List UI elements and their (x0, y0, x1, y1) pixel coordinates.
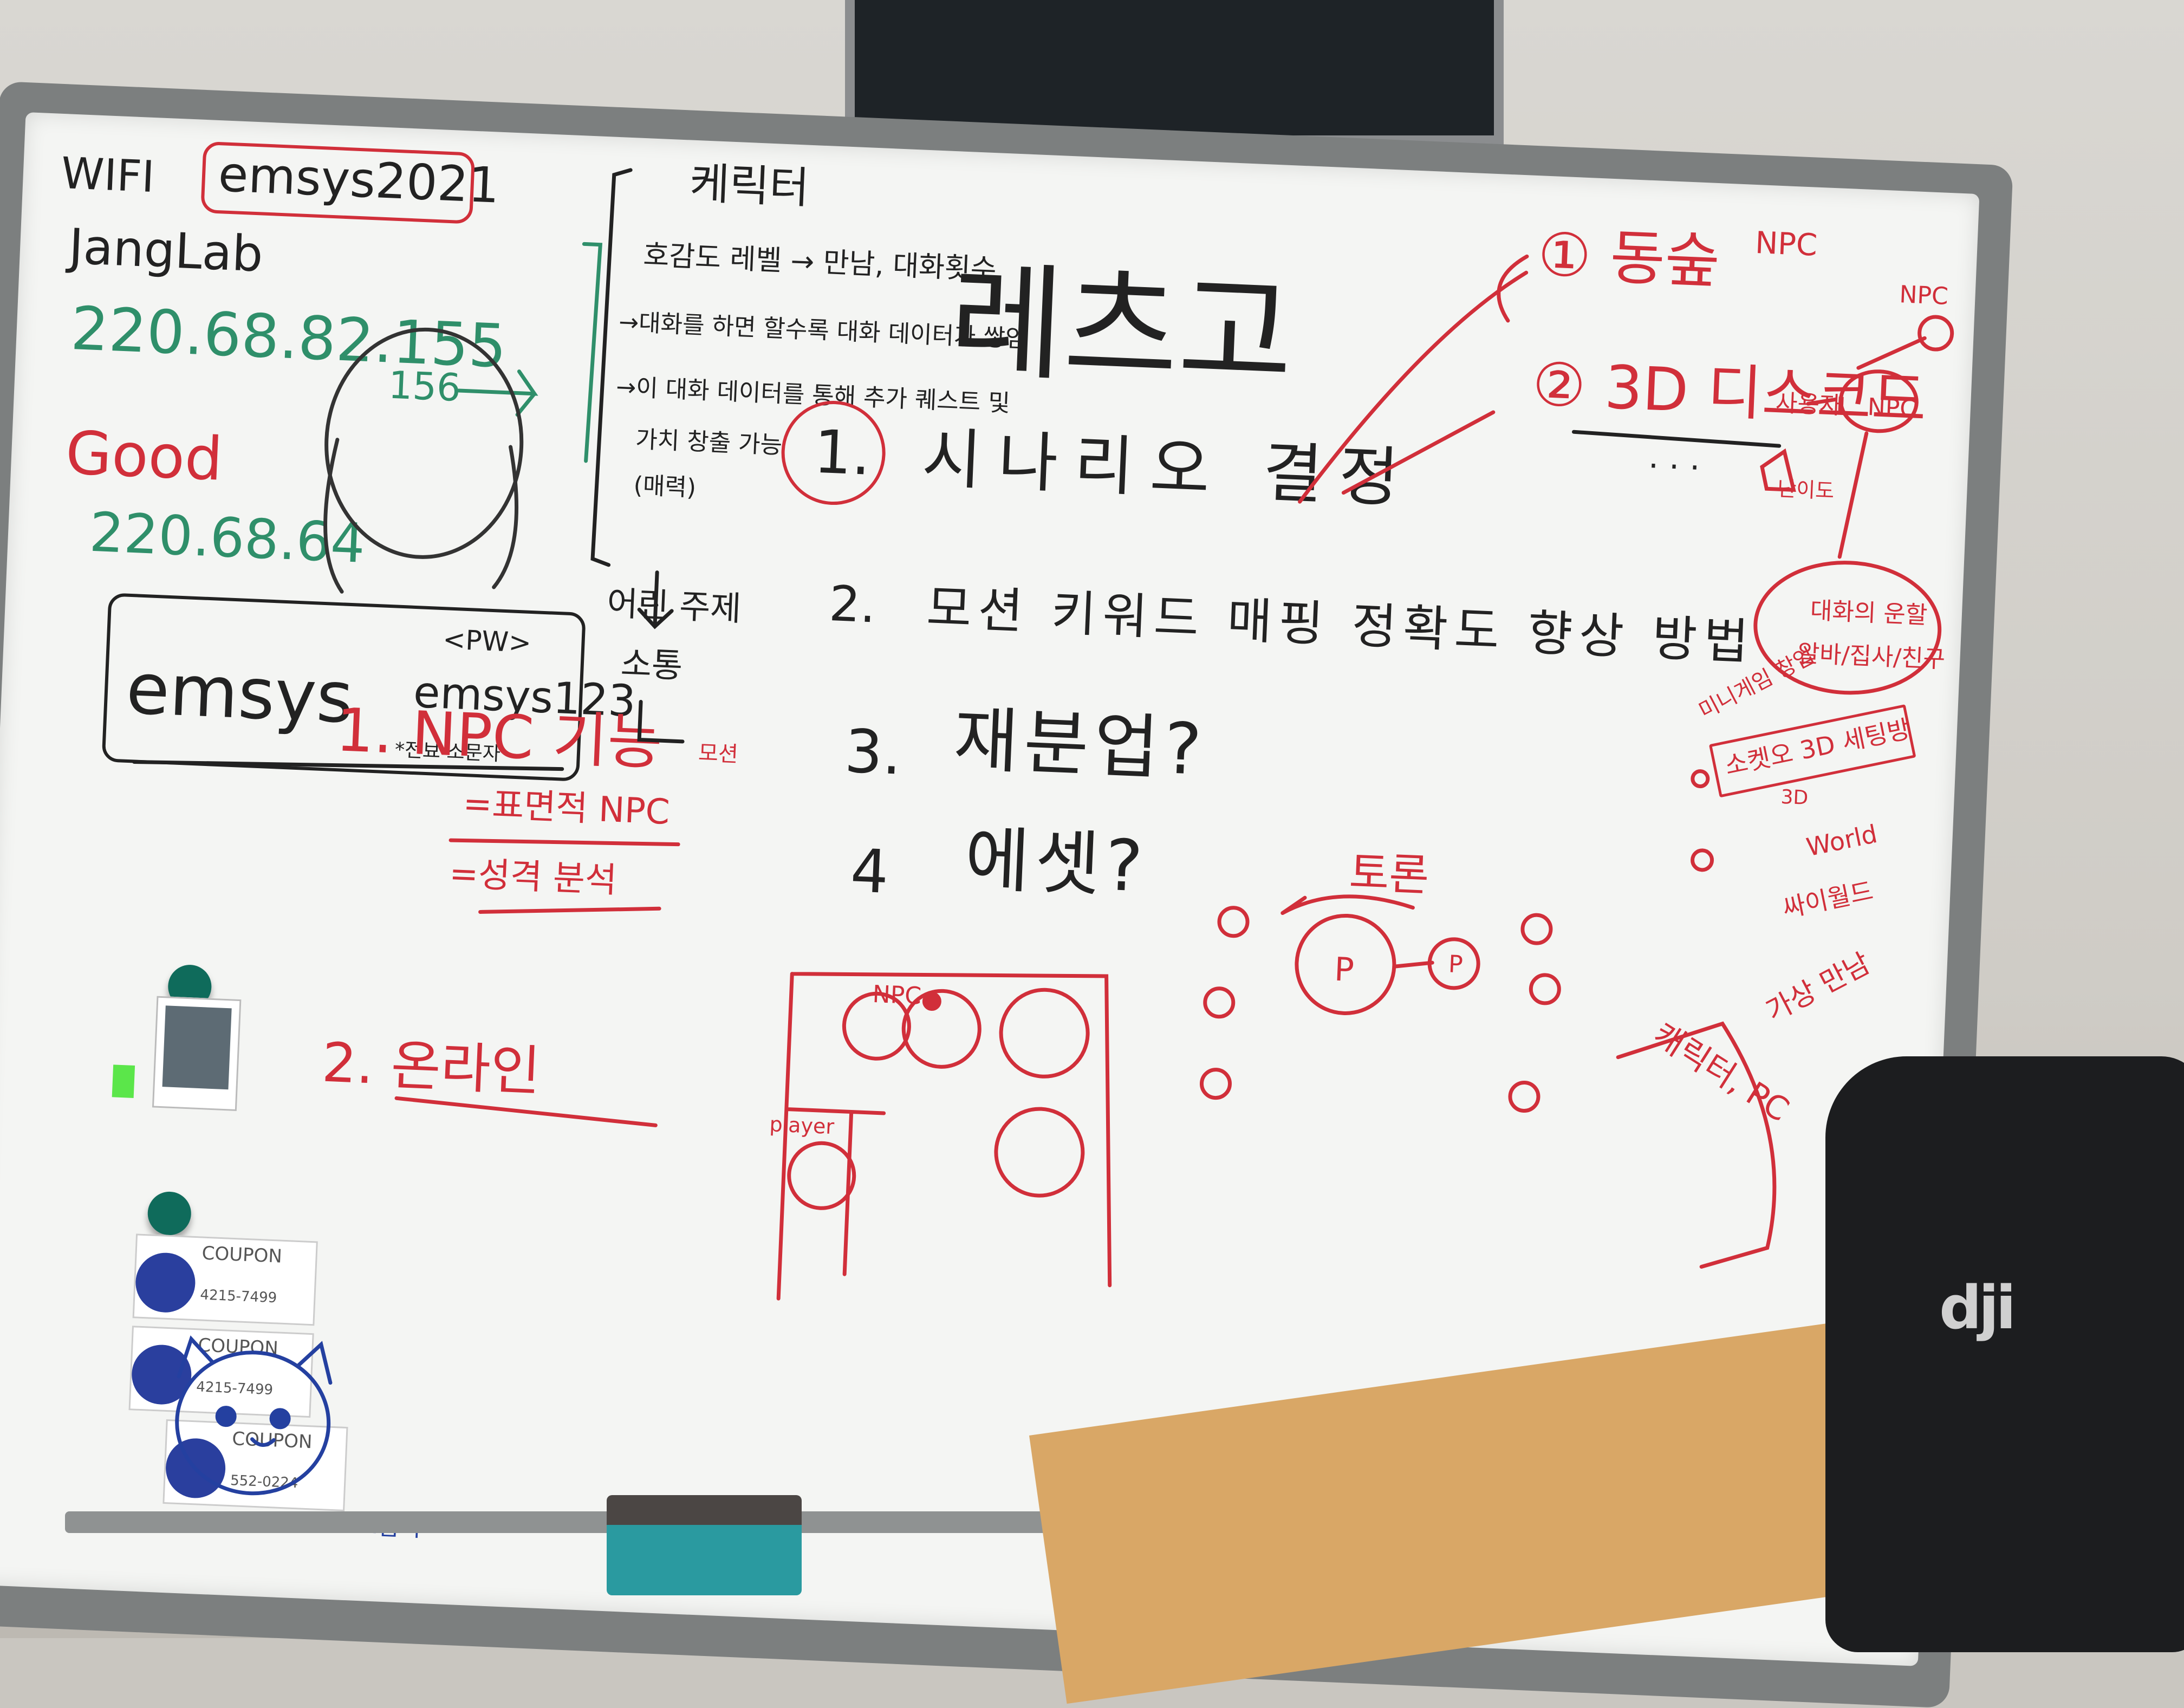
npc-sub-1-underline (448, 838, 680, 847)
npc-dot (922, 992, 941, 1011)
discussion-seat (1520, 913, 1553, 945)
map-role-circle (1753, 561, 1942, 695)
discussion-seat (1529, 973, 1561, 1005)
player-circle (787, 1141, 856, 1210)
map-bottom-shape (1616, 1021, 1777, 1269)
online-underline (394, 1096, 658, 1127)
discussion-node-small-circle (1427, 937, 1480, 990)
green-bracket (582, 242, 603, 463)
green-arrow-icon (457, 369, 538, 417)
girl-sketch (324, 327, 524, 559)
map-npc-circle (1838, 369, 1919, 433)
login-underline (132, 759, 564, 771)
drone-case[interactable]: dji (1825, 1056, 2184, 1652)
discussion-node-big-circle (1295, 913, 1396, 1015)
discussion-seat (1203, 986, 1236, 1019)
dji-logo: dji (1939, 1273, 2016, 1342)
npc-circle (842, 991, 911, 1061)
discussion-seat (1217, 906, 1250, 938)
discussion-seat (1508, 1080, 1540, 1113)
npc-sub-2-underline (478, 906, 661, 914)
return-arrow-icon (637, 700, 685, 744)
whiteboard-eraser[interactable] (607, 1495, 802, 1595)
down-arrow-icon (637, 570, 674, 629)
character-bracket (590, 168, 633, 567)
star-icon (1760, 448, 1796, 492)
option-2-underline (1571, 430, 1782, 448)
pointer-lines (1298, 270, 1529, 504)
discussion-seat (1199, 1068, 1232, 1100)
room-diagram (776, 972, 1112, 1301)
cartoon-cat (175, 1350, 331, 1496)
